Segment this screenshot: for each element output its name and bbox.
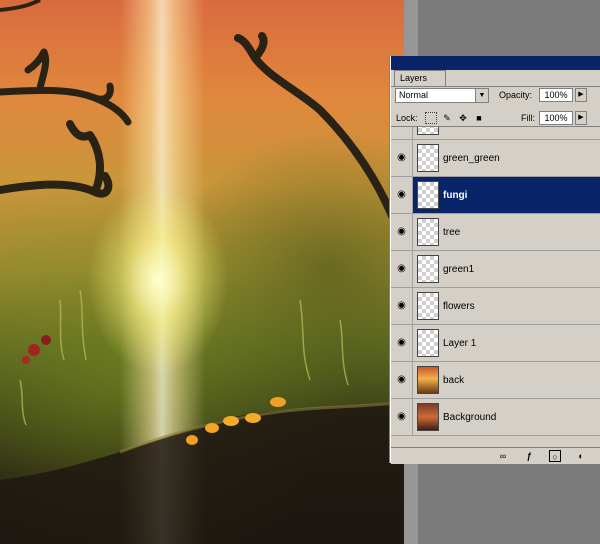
fill-label: Fill:: [521, 113, 535, 123]
panel-tabstrip: Layers: [391, 70, 600, 87]
blend-mode-value: Normal: [399, 90, 429, 100]
blend-mode-select[interactable]: Normal ▼: [395, 88, 489, 103]
brush-icon[interactable]: ✎: [441, 112, 453, 124]
layer-thumbnail: [417, 366, 439, 394]
layer-style-icon[interactable]: ƒ: [523, 450, 535, 462]
eye-icon[interactable]: ◉: [391, 140, 413, 176]
layer-name: Layer 1: [443, 338, 477, 349]
document-canvas[interactable]: [0, 0, 404, 544]
layer-name: Background: [443, 412, 497, 423]
move-icon[interactable]: ✥: [457, 112, 469, 124]
eye-icon[interactable]: ◉: [391, 214, 413, 250]
eye-icon[interactable]: ◉: [391, 325, 413, 361]
chevron-down-icon[interactable]: ▼: [475, 89, 488, 102]
tab-layers[interactable]: Layers: [394, 70, 446, 86]
layers-list[interactable]: ◉ green_green ◉ fungi ◉ tree ◉ green1 ◉ …: [391, 127, 600, 447]
layer-name: green_green: [443, 153, 500, 164]
layer-row[interactable]: ◉ green_green: [391, 140, 600, 177]
eye-icon[interactable]: ◉: [391, 177, 413, 213]
layer-row[interactable]: ◉ green1: [391, 251, 600, 288]
layer-name: fungi: [443, 190, 468, 201]
layer-thumbnail: [417, 292, 439, 320]
layer-row-selected[interactable]: ◉ fungi: [391, 177, 600, 214]
mask-icon[interactable]: ○: [549, 450, 561, 462]
forest-painting: [0, 0, 404, 544]
opacity-label: Opacity:: [499, 90, 533, 100]
panel-bottom-toolbar: ∞ ƒ ○ ◐: [391, 447, 600, 464]
eye-icon[interactable]: ◉: [391, 288, 413, 324]
layer-row[interactable]: ◉ back: [391, 362, 600, 399]
eye-icon[interactable]: [391, 127, 413, 139]
layer-thumbnail: [417, 329, 439, 357]
lock-label: Lock:: [396, 113, 418, 123]
eye-icon[interactable]: ◉: [391, 362, 413, 398]
layer-thumbnail: [417, 255, 439, 283]
opacity-input[interactable]: 100%: [539, 88, 573, 102]
layer-thumbnail: [417, 181, 439, 209]
layer-thumbnail: [417, 218, 439, 246]
fill-input[interactable]: 100%: [539, 111, 573, 125]
link-icon[interactable]: ∞: [497, 450, 509, 462]
layer-row[interactable]: ◉ Layer 1: [391, 325, 600, 362]
layer-thumbnail: [417, 403, 439, 431]
blend-row: Normal ▼ Opacity: 100% ▶: [391, 87, 600, 105]
layer-name: tree: [443, 227, 461, 238]
layer-row[interactable]: ◉ Background: [391, 399, 600, 436]
layer-thumbnail: [417, 127, 439, 135]
fill-slider-arrow-icon[interactable]: ▶: [575, 111, 587, 125]
layer-name: back: [443, 375, 465, 386]
layers-panel: Layers Normal ▼ Opacity: 100% ▶ Lock: ✎ …: [390, 56, 600, 464]
eye-icon[interactable]: ◉: [391, 251, 413, 287]
layer-thumbnail: [417, 144, 439, 172]
layer-name: green1: [443, 264, 475, 275]
layer-row[interactable]: ◉ tree: [391, 214, 600, 251]
lock-row: Lock: ✎ ✥ ■ Fill: 100% ▶: [391, 110, 600, 127]
layer-row[interactable]: ◉ flowers: [391, 288, 600, 325]
lock-transparency-icon[interactable]: [425, 112, 437, 124]
eye-icon[interactable]: ◉: [391, 399, 413, 435]
opacity-slider-arrow-icon[interactable]: ▶: [575, 88, 587, 102]
padlock-icon[interactable]: ■: [473, 112, 485, 124]
layer-name: flowers: [443, 301, 475, 312]
panel-titlebar[interactable]: [391, 56, 600, 70]
layer-row-partial[interactable]: [391, 127, 600, 140]
adjustment-icon[interactable]: ◐: [575, 450, 587, 462]
